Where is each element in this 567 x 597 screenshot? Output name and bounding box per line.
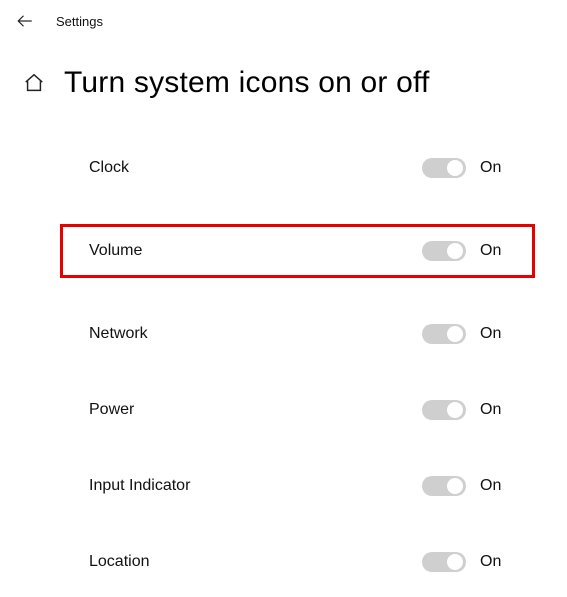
setting-label: Network <box>89 325 148 343</box>
toggle-group: On <box>422 324 506 344</box>
toggle-group: On <box>422 241 506 261</box>
toggle-knob <box>447 160 463 176</box>
setting-row-volume: Volume On <box>60 224 535 278</box>
toggle-input-indicator[interactable] <box>422 476 466 496</box>
setting-row-input-indicator: Input Indicator On <box>68 466 527 506</box>
toggle-power[interactable] <box>422 400 466 420</box>
toggle-group: On <box>422 400 506 420</box>
toggle-state: On <box>480 477 506 495</box>
toggle-network[interactable] <box>422 324 466 344</box>
toggle-clock[interactable] <box>422 158 466 178</box>
setting-row-network: Network On <box>68 314 527 354</box>
toggle-location[interactable] <box>422 552 466 572</box>
app-title: Settings <box>56 14 103 29</box>
toggle-state: On <box>480 401 506 419</box>
toggle-group: On <box>422 476 506 496</box>
toggle-knob <box>447 554 463 570</box>
setting-row-location: Location On <box>68 542 527 582</box>
toggle-group: On <box>422 552 506 572</box>
setting-label: Clock <box>89 159 129 177</box>
toggle-state: On <box>480 159 506 177</box>
toggle-knob <box>447 326 463 342</box>
toggle-volume[interactable] <box>422 241 466 261</box>
topbar: Settings <box>0 0 567 38</box>
setting-label: Volume <box>89 242 142 260</box>
toggle-knob <box>447 478 463 494</box>
page-title: Turn system icons on or off <box>64 66 430 100</box>
toggle-state: On <box>480 553 506 571</box>
setting-label: Location <box>89 553 150 571</box>
toggle-state: On <box>480 242 506 260</box>
toggle-group: On <box>422 158 506 178</box>
setting-row-clock: Clock On <box>68 148 527 188</box>
heading-row: Turn system icons on or off <box>0 38 567 110</box>
settings-list: Clock On Volume On Network On Power On I… <box>0 110 567 582</box>
toggle-knob <box>447 402 463 418</box>
setting-label: Power <box>89 401 134 419</box>
toggle-knob <box>447 243 463 259</box>
setting-row-power: Power On <box>68 390 527 430</box>
toggle-state: On <box>480 325 506 343</box>
setting-label: Input Indicator <box>89 477 190 495</box>
back-arrow-icon[interactable] <box>14 10 36 32</box>
home-icon[interactable] <box>22 71 46 95</box>
